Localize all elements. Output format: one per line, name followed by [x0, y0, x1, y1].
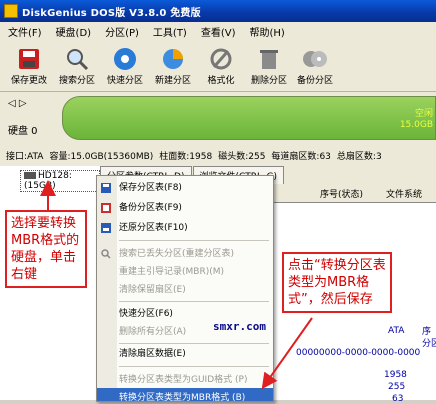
arrow-to-menu-item	[261, 317, 313, 390]
annotation-arrows	[40, 180, 313, 390]
